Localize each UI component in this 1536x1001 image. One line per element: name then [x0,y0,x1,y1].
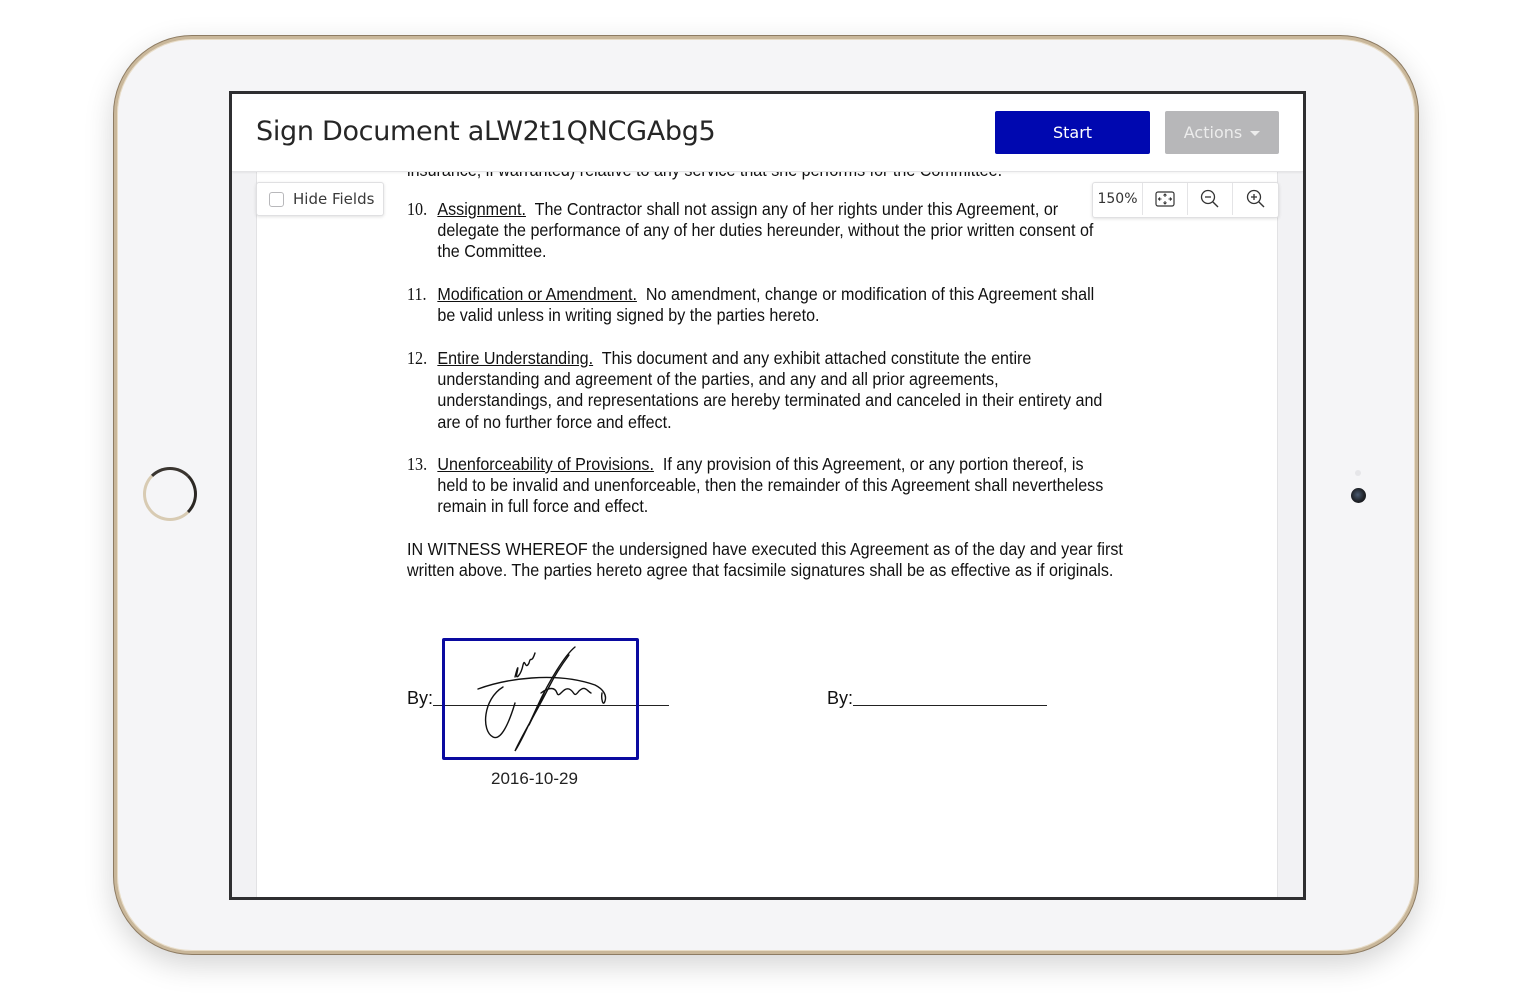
start-button[interactable]: Start [995,111,1150,154]
document-viewer: insurance, if warranted) relative to any… [232,160,1303,897]
hide-fields-checkbox[interactable] [269,191,284,207]
fit-to-screen-button[interactable] [1143,183,1188,215]
home-button[interactable] [143,467,197,521]
clause-13: 13. Unenforceability of Provisions. If a… [407,454,1115,518]
clause-text: The Contractor shall not assign any of h… [437,199,1094,262]
zoom-level: 150% [1093,183,1143,215]
signature-section: By: 2016-10-29 By: [257,171,1277,871]
page-title: Sign Document aLW2t1QNCGAbg5 [256,116,716,147]
signature-label-1: By: [407,688,434,708]
light-sensor [1355,470,1361,476]
actions-button[interactable]: Actions [1165,111,1279,154]
zoom-in-icon [1246,189,1264,208]
clause-number: 13. [407,454,428,474]
hide-fields-toggle[interactable]: Hide Fields [256,182,384,216]
screen: Sign Document aLW2t1QNCGAbg5 Start Actio… [229,91,1306,900]
zoom-in-button[interactable] [1233,183,1278,215]
signature-label-2: By: [827,688,854,708]
signature-date: 2016-10-29 [491,769,578,788]
clause-number: 12. [407,348,428,368]
clause-heading: Entire Understanding. [437,348,594,368]
zoom-toolbar: 150% [1092,182,1279,218]
clause-heading: Assignment. [437,199,526,219]
caret-down-icon [1250,131,1261,136]
clause-number: 11. [407,284,427,304]
camera-icon [1351,488,1366,503]
clause-12: 12. Entire Understanding. This document … [407,348,1115,433]
clause-10: 10. Assignment. The Contractor shall not… [407,199,1115,263]
clause-number: 10. [407,199,428,219]
clause-11: 11. Modification or Amendment. No amendm… [407,284,1115,326]
clause-heading: Unenforceability of Provisions. [437,454,654,474]
signature-line-2[interactable] [853,705,1047,706]
hide-fields-label: Hide Fields [293,190,375,208]
zoom-out-button[interactable] [1188,183,1233,215]
handwritten-signature [477,646,607,752]
witness-paragraph: IN WITNESS WHEREOF the undersigned have … [407,539,1123,581]
zoom-out-icon [1200,189,1219,208]
header: Sign Document aLW2t1QNCGAbg5 Start Actio… [232,94,1303,172]
clause-heading: Modification or Amendment. [437,284,637,304]
fit-to-screen-icon [1155,191,1175,207]
document-page: insurance, if warranted) relative to any… [256,160,1278,897]
signature-field-signed[interactable] [442,638,639,760]
actions-label: Actions [1183,123,1243,142]
